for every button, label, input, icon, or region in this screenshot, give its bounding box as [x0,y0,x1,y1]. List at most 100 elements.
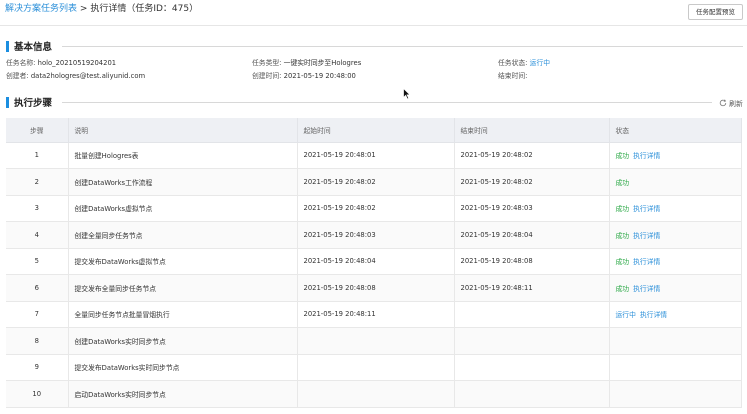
task-name-label: 任务名称: [6,59,36,67]
step-end-time-cell: 2021-05-19 20:48:08 [454,248,610,275]
step-number-cell: 6 [6,274,69,302]
column-header-end-time: 结束时间 [454,118,610,143]
breadcrumb-current: 执行详情（任务ID：475） [90,4,199,14]
section-divider [62,46,743,47]
table-row: 3 创建DataWorks虚拟节点 2021-05-19 20:48:02 2021-… [6,195,742,222]
steps-table-body: 1 批量创建Hologres表 2021-05-19 20:48:01 2021-05… [6,142,742,408]
creator-label: 创建者: [6,72,29,80]
task-name-field: 任务名称: holo_20210519204201 [6,59,116,68]
step-status-cell: 成功 执行详情 [609,248,742,275]
step-number-cell: 8 [6,327,69,355]
section-title-steps: 执行步骤 [14,98,53,109]
task-name-value: holo_20210519204201 [37,59,117,67]
step-status-cell: 成功 [609,168,742,196]
step-status-cell [609,327,742,355]
step-start-time-cell: 2021-05-19 20:48:11 [297,301,455,328]
section-divider [62,102,712,103]
create-time-value: 2021-05-19 20:48:00 [283,72,356,80]
task-status-label: 任务状态: [498,59,528,67]
table-row: 1 批量创建Hologres表 2021-05-19 20:48:01 2021-05… [6,142,742,169]
refresh-button[interactable]: 刷新 [719,98,743,108]
table-row: 10 启动DataWorks实时同步节点 [6,380,742,408]
task-type-label: 任务类型: [252,59,282,67]
table-row: 7 全量同步任务节点批量冒烟执行 2021-05-19 20:48:11 运行中 执行详… [6,301,742,328]
mouse-cursor-icon [403,88,411,100]
status-text: 运行中 [615,311,636,320]
top-bar: 解决方案任务列表 > 执行详情（任务ID：475） 任务配置预览 [0,0,747,26]
step-number-cell: 3 [6,195,69,222]
status-text: 成功 [615,258,630,267]
step-number-cell: 7 [6,301,69,328]
task-status-value: 运行中 [529,59,551,67]
basic-info-header: 基本信息 [6,40,53,53]
execution-detail-link[interactable]: 执行详情 [633,232,660,240]
table-row: 4 创建全量同步任务节点 2021-05-19 20:48:03 2021-05-19… [6,221,742,249]
table-row: 2 创建DataWorks工作流程 2021-05-19 20:48:02 2021-… [6,168,742,196]
step-end-time-cell: 2021-05-19 20:48:02 [454,142,610,169]
step-status-cell: 成功 执行详情 [609,274,742,302]
step-number-cell: 5 [6,248,69,275]
refresh-label: 刷新 [729,100,743,108]
task-config-preview-button[interactable]: 任务配置预览 [688,4,743,20]
execution-detail-link[interactable]: 执行详情 [633,285,660,293]
execution-detail-link[interactable]: 执行详情 [633,205,660,213]
step-description-cell: 创建DataWorks虚拟节点 [68,195,298,222]
end-time-field: 结束时间: [498,72,527,81]
execution-detail-link[interactable]: 执行详情 [633,258,660,266]
step-number-cell: 4 [6,221,69,249]
column-header-start-time: 起始时间 [297,118,455,143]
step-start-time-cell [297,354,455,381]
column-header-step: 步骤 [6,118,69,143]
step-end-time-cell: 2021-05-19 20:48:04 [454,221,610,249]
table-header-row: 步骤 说明 起始时间 结束时间 状态 [6,118,742,143]
table-row: 9 提交发布DataWorks实时同步节点 [6,354,742,381]
step-status-cell [609,380,742,408]
step-end-time-cell [454,327,610,355]
creator-value: data2hologres@test.aliyunid.com [30,72,146,80]
step-start-time-cell: 2021-05-19 20:48:01 [297,142,455,169]
step-description-cell: 提交发布全量同步任务节点 [68,274,298,302]
step-status-cell: 运行中 执行详情 [609,301,742,328]
task-type-field: 任务类型: 一键实时同步至Hologres [252,59,361,68]
step-end-time-cell: 2021-05-19 20:48:03 [454,195,610,222]
step-end-time-cell [454,301,610,328]
step-start-time-cell: 2021-05-19 20:48:04 [297,248,455,275]
task-status-field: 任务状态: 运行中 [498,59,550,68]
status-text: 成功 [615,178,630,187]
table-row: 8 创建DataWorks实时同步节点 [6,327,742,355]
section-accent-bar [6,96,9,108]
step-description-cell: 提交发布DataWorks虚拟节点 [68,248,298,275]
step-description-cell: 提交发布DataWorks实时同步节点 [68,354,298,381]
step-end-time-cell [454,354,610,381]
column-header-status: 状态 [609,118,742,143]
execution-detail-link[interactable]: 执行详情 [633,152,660,160]
step-end-time-cell [454,380,610,408]
step-description-cell: 创建DataWorks工作流程 [68,168,298,196]
step-start-time-cell: 2021-05-19 20:48:03 [297,221,455,249]
step-status-cell: 成功 执行详情 [609,221,742,249]
breadcrumb: 解决方案任务列表 > 执行详情（任务ID：475） [5,3,198,15]
step-end-time-cell: 2021-05-19 20:48:02 [454,168,610,196]
step-status-cell: 成功 执行详情 [609,142,742,169]
step-number-cell: 1 [6,142,69,169]
step-description-cell: 创建全量同步任务节点 [68,221,298,249]
breadcrumb-separator: > [79,4,88,14]
step-number-cell: 10 [6,380,69,408]
section-title-basic-info: 基本信息 [14,42,53,53]
breadcrumb-task-list-link[interactable]: 解决方案任务列表 [5,4,77,14]
status-text: 成功 [615,152,630,161]
refresh-icon [719,99,727,108]
step-start-time-cell: 2021-05-19 20:48:08 [297,274,455,302]
column-header-description: 说明 [68,118,298,143]
section-accent-bar [6,40,9,52]
step-description-cell: 全量同步任务节点批量冒烟执行 [68,301,298,328]
step-start-time-cell: 2021-05-19 20:48:02 [297,195,455,222]
step-status-cell: 成功 执行详情 [609,195,742,222]
status-text: 成功 [615,231,630,240]
step-description-cell: 创建DataWorks实时同步节点 [68,327,298,355]
execution-detail-link[interactable]: 执行详情 [640,311,667,319]
step-start-time-cell [297,327,455,355]
step-description-cell: 启动DataWorks实时同步节点 [68,380,298,408]
creator-field: 创建者: data2hologres@test.aliyunid.com [6,72,145,81]
status-text: 成功 [615,284,630,293]
